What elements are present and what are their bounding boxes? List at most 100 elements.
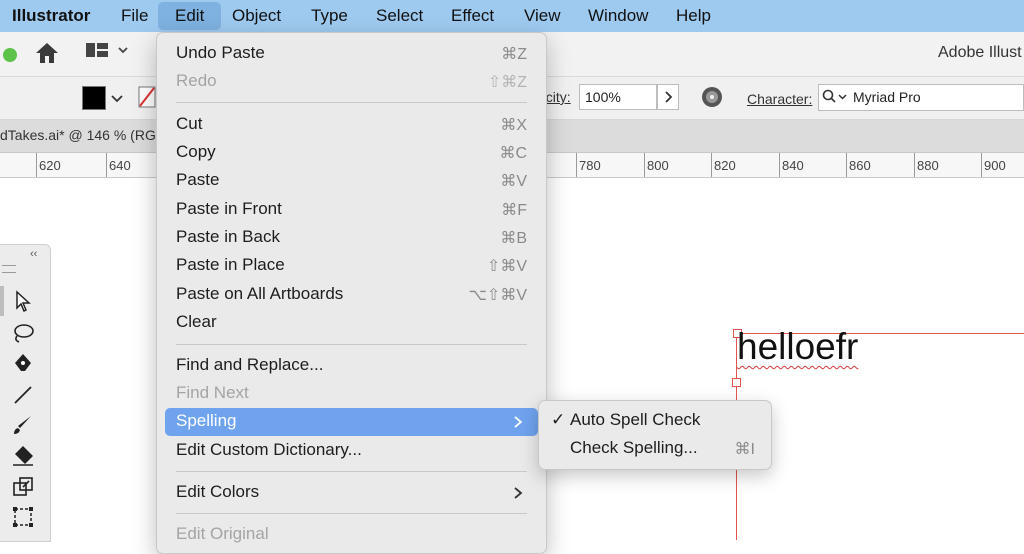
menu-item-label: Copy [176,142,216,161]
ruler-tick [36,153,37,177]
chevron-right-icon [665,91,673,103]
menu-item-redo: Redo ⇧⌘Z [165,68,538,96]
menu-item-label: Paste on All Artboards [176,284,344,303]
menu-effect[interactable]: Effect [451,0,494,32]
menu-item-copy[interactable]: Copy ⌘C [165,139,538,167]
home-icon[interactable] [34,41,60,70]
selection-handle[interactable] [732,378,741,387]
ruler-label: 900 [984,158,1006,173]
tools-panel: ‹‹ [0,244,51,542]
menu-file[interactable]: File [121,0,148,32]
menu-separator [176,513,527,514]
menu-item-shortcut: ⌘F [501,202,527,219]
menu-item-undo-paste[interactable]: Undo Paste ⌘Z [165,40,538,68]
submenu-item-label: Auto Spell Check [570,410,701,429]
menu-item-shortcut: ⇧⌘V [486,258,527,275]
ruler-tick [711,153,712,177]
scale-tool-icon[interactable] [10,475,36,499]
menu-item-label: Spelling [176,411,237,430]
search-icon[interactable] [822,89,850,110]
character-label[interactable]: Character: [747,91,812,107]
selection-tool-icon[interactable] [10,289,36,313]
menu-item-clear[interactable]: Clear [165,309,538,337]
menu-item-edit-custom-dictionary[interactable]: Edit Custom Dictionary... [165,437,538,465]
ruler-tick [576,153,577,177]
ruler-tick [644,153,645,177]
menu-item-shortcut: ⌘X [500,117,527,134]
menu-item-paste-in-place[interactable]: Paste in Place ⇧⌘V [165,252,538,280]
panel-grip[interactable] [2,265,16,273]
menu-item-label: Edit Custom Dictionary... [176,440,362,459]
menu-item-shortcut: ⌘V [500,173,527,190]
checkmark-icon: ✓ [551,410,566,429]
menu-item-paste[interactable]: Paste ⌘V [165,167,538,195]
pen-tool-icon[interactable] [10,351,36,375]
menu-item-paste-in-front[interactable]: Paste in Front ⌘F [165,196,538,224]
stroke-none-icon[interactable] [138,86,156,113]
menu-separator [176,344,527,345]
menu-item-shortcut: ⌘C [499,145,527,162]
menu-help[interactable]: Help [676,0,711,32]
workspace-switcher-icon[interactable] [86,43,130,66]
ruler-tick [846,153,847,177]
ruler-label: 840 [782,158,804,173]
menu-item-find-and-replace[interactable]: Find and Replace... [165,352,538,380]
menu-item-label: Clear [176,312,217,331]
menu-item-edit-colors[interactable]: Edit Colors [165,479,538,507]
menu-item-label: Edit Original [176,524,269,543]
fill-dropdown-chevron-icon[interactable] [110,91,124,109]
menu-item-paste-in-back[interactable]: Paste in Back ⌘B [165,224,538,252]
ruler-label: 620 [39,158,61,173]
text-object-helloefr[interactable]: helloefr [737,326,858,368]
menu-item-shortcut: ⇧⌘Z [487,74,527,91]
ruler-tick [914,153,915,177]
menu-bar: Illustrator File Edit Object Type Select… [0,0,1024,32]
menu-item-label: Find and Replace... [176,355,324,374]
submenu-item-check-spelling[interactable]: Check Spelling... ⌘I [545,435,765,463]
menu-separator [176,471,527,472]
spelling-submenu: ✓ Auto Spell Check Check Spelling... ⌘I [538,400,772,470]
menu-item-label: Edit Colors [176,482,260,501]
recolor-artwork-icon[interactable] [701,86,723,113]
menu-item-label: Redo [176,71,217,90]
menu-item-label: Paste in Back [176,227,280,246]
menu-item-label: Paste in Front [176,199,282,218]
window-zoom-button[interactable] [3,48,17,62]
menu-separator [176,102,527,103]
active-tool-indicator [0,286,4,316]
submenu-item-auto-spell-check[interactable]: ✓ Auto Spell Check [545,407,765,435]
menu-item-label: Paste in Place [176,255,285,274]
ruler-label: 820 [714,158,736,173]
lasso-tool-icon[interactable] [10,321,36,345]
line-tool-icon[interactable] [10,383,36,407]
ruler-tick [106,153,107,177]
menu-item-cut[interactable]: Cut ⌘X [165,111,538,139]
menu-item-shortcut: ⌥⇧⌘V [468,287,527,304]
ruler-label: 640 [109,158,131,173]
paintbrush-tool-icon[interactable] [10,413,36,437]
menu-item-shortcut: ⌘Z [501,46,527,63]
submenu-arrow-icon [514,487,523,499]
opacity-input[interactable]: 100% [579,84,657,110]
eraser-tool-icon[interactable] [10,443,36,467]
menu-item-paste-on-all-artboards[interactable]: Paste on All Artboards ⌥⇧⌘V [165,281,538,309]
menu-object[interactable]: Object [232,0,281,32]
menu-item-label: Paste [176,170,220,189]
menu-item-spelling[interactable]: Spelling [165,408,538,436]
submenu-item-label: Check Spelling... [570,438,698,457]
menu-app-illustrator[interactable]: Illustrator [12,0,90,32]
submenu-arrow-icon [514,416,523,428]
menu-edit[interactable]: Edit [158,2,222,30]
opacity-arrow-button[interactable] [657,84,679,110]
edit-menu: Undo Paste ⌘Z Redo ⇧⌘Z Cut ⌘X Copy ⌘C Pa… [156,32,547,554]
menu-item-shortcut: ⌘B [500,230,527,247]
menu-type[interactable]: Type [311,0,348,32]
menu-view[interactable]: View [524,0,561,32]
menu-select[interactable]: Select [376,0,423,32]
fill-swatch[interactable] [82,86,106,110]
menu-window[interactable]: Window [588,0,648,32]
document-tab[interactable]: dTakes.ai* @ 146 % (RG [0,127,156,143]
collapse-panel-icon[interactable]: ‹‹ [30,248,37,260]
free-transform-tool-icon[interactable] [10,505,36,529]
ruler-label: 880 [917,158,939,173]
